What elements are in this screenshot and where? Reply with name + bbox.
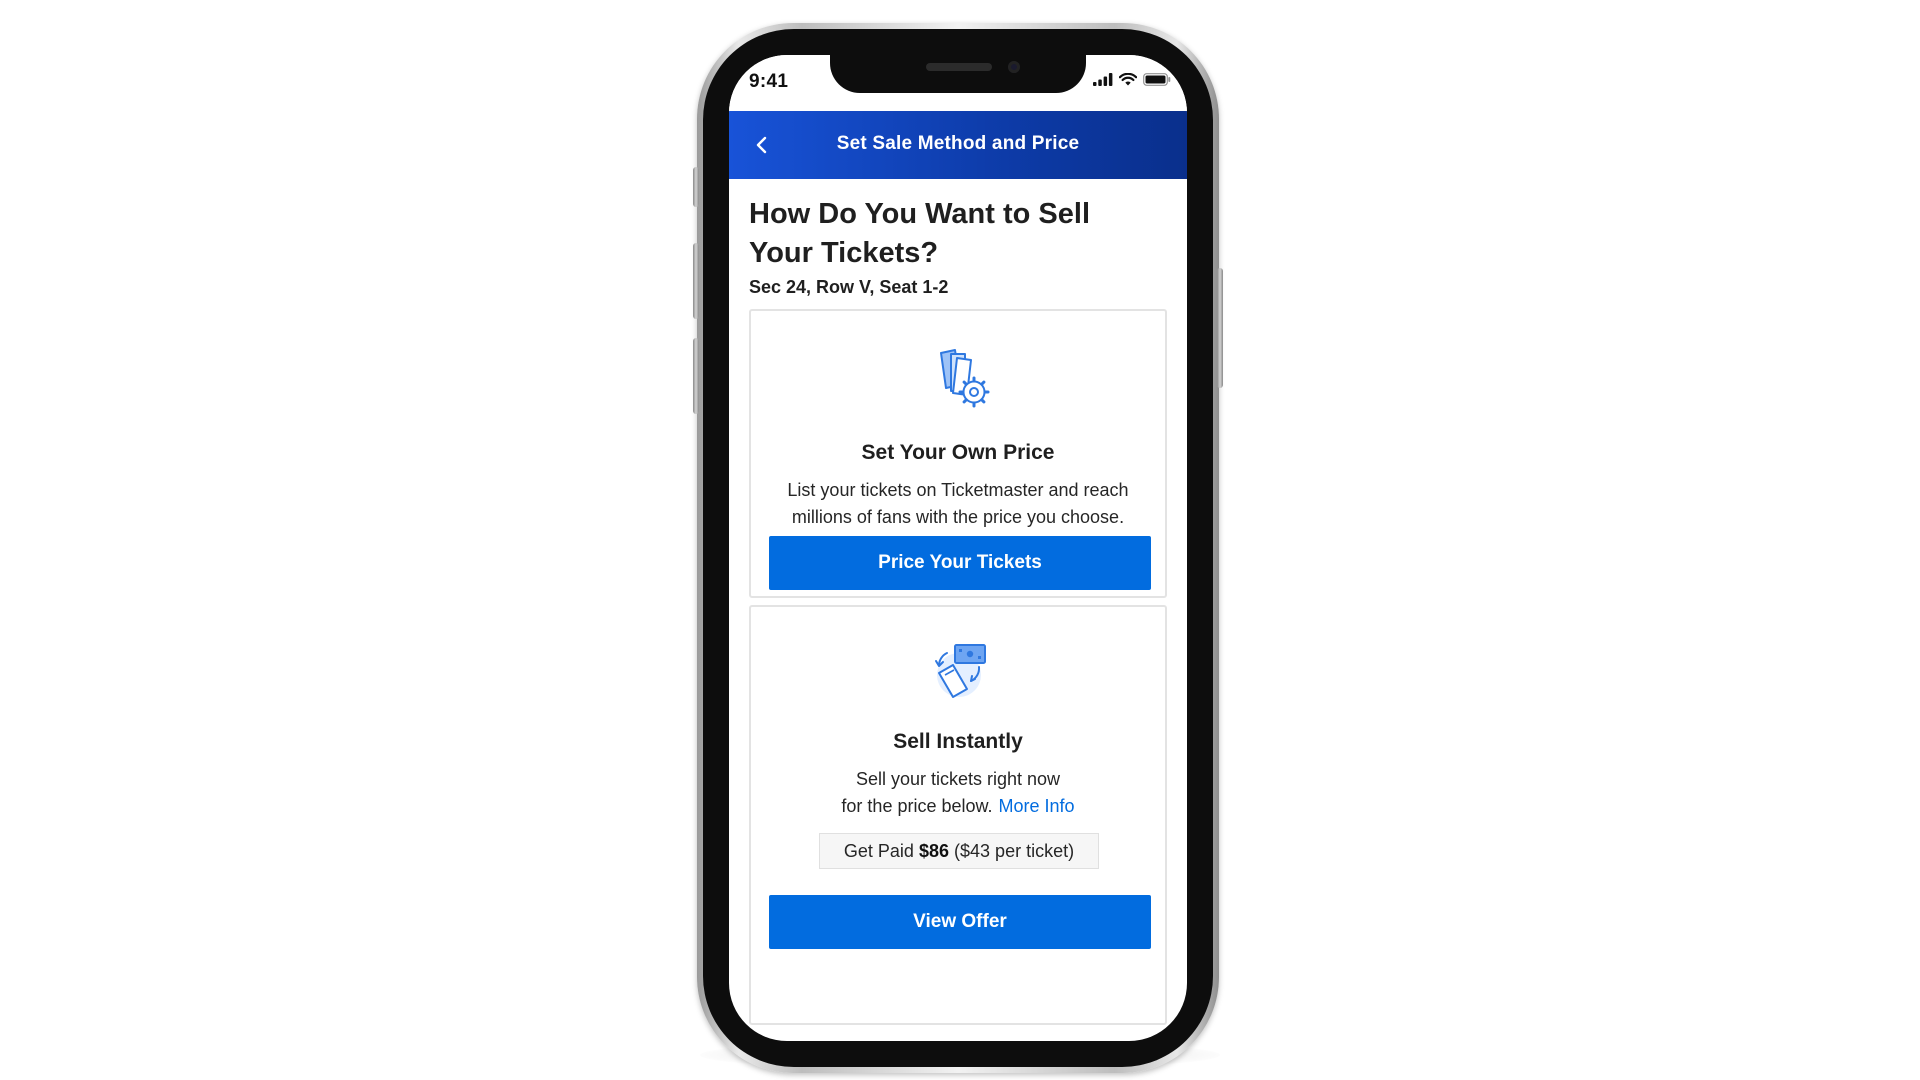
option-description: Sell your tickets right now for the pric… bbox=[781, 766, 1135, 820]
stage: 9:41 Set Sale Method and Price How Do Yo… bbox=[0, 0, 1920, 1080]
option-title: Set Your Own Price bbox=[861, 441, 1055, 464]
page-title: How Do You Want to Sell Your Tickets? bbox=[749, 198, 1091, 269]
power-button bbox=[1217, 268, 1223, 388]
option-description-line: Sell your tickets right now bbox=[855, 769, 1061, 789]
front-camera bbox=[1008, 61, 1020, 73]
ticket-cash-exchange-icon bbox=[927, 639, 993, 705]
payout-badge: Get Paid $86 ($43 per ticket) bbox=[819, 833, 1099, 869]
nav-title: Set Sale Method and Price bbox=[836, 133, 1080, 154]
volume-down-button bbox=[693, 338, 699, 414]
option-description-line-2: for the price below. More Info bbox=[781, 793, 1135, 820]
battery-icon bbox=[1143, 73, 1171, 86]
wifi-icon bbox=[1119, 73, 1137, 86]
option-description-text: for the price below. bbox=[841, 796, 993, 816]
cellular-signal-icon bbox=[1093, 73, 1113, 86]
status-time: 9:41 bbox=[749, 71, 789, 92]
payout-per-ticket: ($43 per ticket) bbox=[954, 841, 1075, 861]
option-title: Sell Instantly bbox=[893, 730, 1023, 753]
mute-switch bbox=[693, 167, 699, 207]
seat-info: Sec 24, Row V, Seat 1-2 bbox=[749, 277, 949, 297]
volume-up-button bbox=[693, 243, 699, 319]
view-offer-button[interactable]: View Offer bbox=[769, 895, 1151, 949]
price-your-tickets-button[interactable]: Price Your Tickets bbox=[769, 536, 1151, 590]
payout-amount: $86 bbox=[918, 841, 950, 861]
more-info-link[interactable]: More Info bbox=[999, 796, 1075, 816]
set-own-price-card: Set Your Own Price List your tickets on … bbox=[749, 309, 1167, 598]
sell-instantly-card: Sell Instantly Sell your tickets right n… bbox=[749, 605, 1167, 1025]
option-description: List your tickets on Ticketmaster and re… bbox=[787, 480, 1129, 527]
speaker-grille bbox=[926, 63, 992, 71]
tickets-gear-icon bbox=[927, 345, 993, 411]
payout-prefix: Get Paid bbox=[843, 841, 914, 861]
phone-screen: 9:41 Set Sale Method and Price How Do Yo… bbox=[729, 55, 1187, 1041]
status-icons bbox=[1093, 73, 1171, 86]
notch bbox=[830, 55, 1086, 93]
nav-header: Set Sale Method and Price bbox=[729, 111, 1187, 179]
